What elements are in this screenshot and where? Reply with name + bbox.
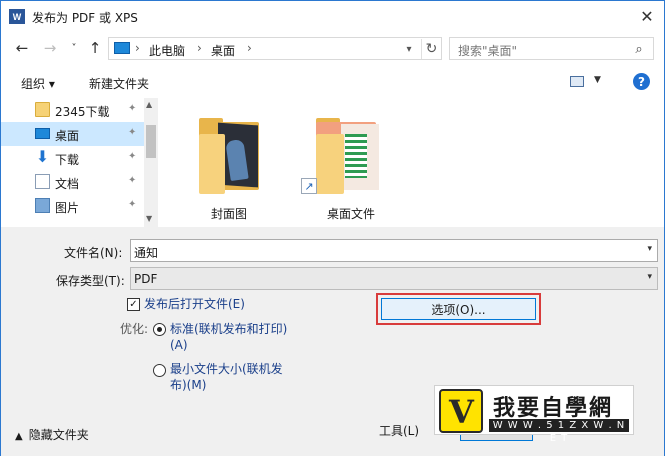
optimize-minimum-label-shortcut[interactable]: 布)(M): [170, 376, 206, 394]
filename-value[interactable]: 通知: [134, 244, 158, 261]
sidebar-item-label: 文档: [55, 177, 80, 191]
breadcrumb-desktop[interactable]: 桌面: [211, 42, 235, 59]
navigation-scrollbar[interactable]: ▲ ▼: [144, 98, 158, 227]
document-icon: [35, 174, 50, 189]
folder-preview-spreadsheet: [345, 134, 367, 178]
view-dropdown-icon[interactable]: ▼: [594, 75, 601, 85]
new-folder-button[interactable]: 新建文件夹: [89, 75, 149, 92]
breadcrumb-this-pc[interactable]: 此电脑: [149, 42, 185, 59]
hide-folders-toggle[interactable]: ▲ 隐藏文件夹: [15, 426, 89, 443]
folder-icon-front: [316, 134, 344, 194]
folder-item-desktop-files[interactable]: ↗ 桌面文件: [301, 108, 401, 222]
command-toolbar: 组织 ▾ 新建文件夹 ▼ ?: [1, 64, 664, 98]
sidebar-item-label: 桌面: [55, 129, 80, 143]
organize-menu[interactable]: 组织 ▾: [21, 75, 55, 92]
chevron-up-icon: ▲: [15, 431, 23, 442]
options-button[interactable]: 选项(O)...: [381, 298, 536, 320]
pin-icon[interactable]: ✦: [128, 103, 136, 114]
desktop-icon: [35, 128, 50, 139]
crumb-separator-icon: ›: [197, 41, 202, 55]
filetype-label: 保存类型(T):: [56, 274, 125, 288]
sidebar-item-label: 下载: [55, 153, 80, 167]
filename-field[interactable]: 通知 ▾: [130, 239, 658, 262]
sidebar-item-documents[interactable]: 文档 ✦: [1, 170, 144, 194]
publish-pdf-dialog: W 发布为 PDF 或 XPS ✕ ← → ˅ ↑ › 此电脑 › 桌面 › ▾…: [0, 0, 665, 456]
pictures-icon: [35, 198, 50, 213]
sidebar-item-2345-downloads[interactable]: 2345下载 ✦: [1, 98, 144, 122]
scrollbar-thumb[interactable]: [146, 125, 156, 158]
optimize-standard-label[interactable]: 标准(联机发布和打印): [170, 320, 287, 338]
filename-dropdown-icon[interactable]: ▾: [647, 244, 652, 254]
filetype-select[interactable]: PDF ▾: [130, 267, 658, 290]
search-box[interactable]: 搜索"桌面" ⌕: [449, 37, 654, 60]
filetype-value: PDF: [134, 272, 158, 286]
optimize-standard-radio[interactable]: [153, 323, 166, 336]
open-after-publish-checkbox[interactable]: ✓: [127, 298, 140, 311]
sidebar-item-label: 2345下载: [55, 105, 110, 119]
refresh-icon[interactable]: ↻: [421, 39, 441, 59]
sidebar-item-desktop[interactable]: 桌面 ✦: [1, 122, 144, 146]
search-icon[interactable]: ⌕: [631, 41, 647, 57]
sidebar-item-label: 图片: [55, 201, 80, 215]
crumb-separator-icon: ›: [135, 41, 140, 55]
view-options-icon[interactable]: [570, 76, 584, 87]
watermark-logo-letter: V: [449, 393, 474, 431]
back-arrow-icon[interactable]: ←: [13, 38, 31, 58]
site-watermark: V 我要自學網 W W W . 5 1 Z X W . N E T: [434, 385, 634, 444]
help-icon[interactable]: ?: [633, 73, 650, 90]
address-bar[interactable]: › 此电脑 › 桌面 › ▾ ↻: [108, 37, 442, 60]
title-bar: W 发布为 PDF 或 XPS ✕: [1, 1, 664, 32]
up-arrow-icon[interactable]: ↑: [86, 38, 104, 58]
computer-icon: [114, 42, 130, 54]
optimize-minimum-radio[interactable]: [153, 364, 166, 377]
radio-selected-dot: [157, 327, 162, 332]
word-app-icon: W: [9, 9, 25, 24]
watermark-url: W W W . 5 1 Z X W . N E T: [489, 419, 629, 444]
watermark-logo-icon: V: [439, 389, 483, 433]
shortcut-arrow-icon: ↗: [301, 178, 317, 194]
folder-icon: [35, 102, 50, 117]
file-name: 桌面文件: [326, 207, 375, 221]
optimize-standard-label-shortcut[interactable]: (A): [170, 336, 188, 354]
watermark-title: 我要自學網: [493, 396, 614, 421]
file-name: 封面图: [210, 207, 247, 221]
close-icon[interactable]: ✕: [636, 5, 658, 27]
open-after-publish-label[interactable]: 发布后打开文件(E): [144, 295, 245, 313]
navigation-bar: ← → ˅ ↑ › 此电脑 › 桌面 › ▾ ↻ 搜索"桌面" ⌕: [1, 32, 664, 64]
file-list: 封面图 ↗ 桌面文件: [158, 98, 664, 227]
sidebar-item-downloads[interactable]: ⬇ 下载 ✦: [1, 146, 144, 170]
scroll-down-icon[interactable]: ▼: [146, 214, 152, 223]
folder-icon-front: [199, 134, 225, 194]
filetype-dropdown-icon[interactable]: ▾: [647, 272, 652, 282]
window-title: 发布为 PDF 或 XPS: [32, 11, 138, 25]
hide-folders-label: 隐藏文件夹: [28, 428, 89, 442]
options-highlight: 选项(O)...: [376, 293, 541, 325]
navigation-pane: 2345下载 ✦ 桌面 ✦ ⬇ 下载 ✦ 文档 ✦ 图片 ✦ ▲ ▼: [1, 98, 158, 227]
tools-menu[interactable]: 工具(L): [379, 422, 419, 439]
address-dropdown-icon[interactable]: ▾: [400, 41, 418, 57]
pin-icon[interactable]: ✦: [128, 151, 136, 162]
crumb-separator-icon: ›: [247, 41, 252, 55]
search-input[interactable]: 搜索"桌面": [458, 42, 517, 59]
scroll-up-icon[interactable]: ▲: [146, 100, 152, 109]
filename-label: 文件名(N):: [64, 246, 123, 260]
recent-locations-icon[interactable]: ˅: [65, 38, 83, 58]
folder-item-cover[interactable]: 封面图: [184, 108, 274, 222]
download-icon: ⬇: [35, 147, 50, 166]
pin-icon[interactable]: ✦: [128, 199, 136, 210]
pin-icon[interactable]: ✦: [128, 175, 136, 186]
sidebar-item-pictures[interactable]: 图片 ✦: [1, 194, 144, 218]
forward-arrow-icon[interactable]: →: [41, 38, 59, 58]
optimize-label: 优化:: [120, 322, 149, 336]
pin-icon[interactable]: ✦: [128, 127, 136, 138]
